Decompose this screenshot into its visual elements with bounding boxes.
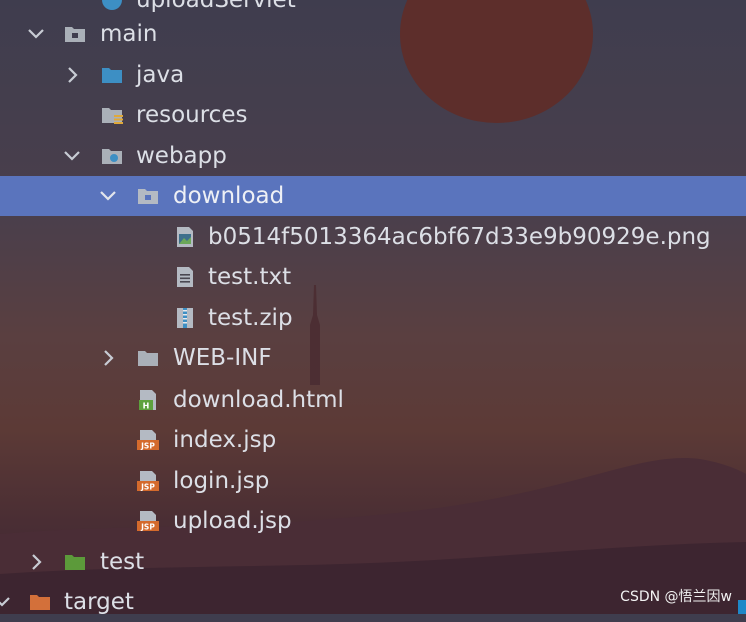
folder-resources-icon [102, 108, 123, 124]
tree-item-label: download [173, 183, 285, 209]
tree-item-label: test [100, 549, 145, 575]
project-tree: uploadServlet main java resources webapp… [0, 0, 746, 615]
folder-icon [138, 351, 158, 366]
svg-text:JSP: JSP [140, 441, 155, 450]
svg-text:JSP: JSP [140, 522, 155, 531]
folder-source-icon [102, 68, 122, 83]
tree-item-test[interactable]: test [0, 542, 746, 582]
tree-item-label: b0514f5013364ac6bf67d33e9b90929e.png [208, 224, 711, 250]
folder-excluded-icon [30, 595, 50, 610]
tree-item-label: login.jsp [173, 468, 270, 494]
archive-file-icon [177, 308, 193, 328]
tree-item-label: download.html [173, 387, 344, 413]
watermark: CSDN @悟兰因w [620, 589, 732, 605]
chevron-down-icon[interactable] [0, 592, 12, 612]
svg-text:JSP: JSP [140, 482, 155, 491]
svg-text:H: H [143, 402, 150, 411]
tree-item-main[interactable]: main [0, 14, 746, 54]
tree-item-label: upload.jsp [173, 508, 292, 534]
tree-item-webapp[interactable]: webapp [0, 136, 746, 176]
tree-item-png-file[interactable]: b0514f5013364ac6bf67d33e9b90929e.png [0, 217, 746, 257]
tree-item-zip-file[interactable]: test.zip [0, 298, 746, 338]
tree-item-java[interactable]: java [0, 55, 746, 95]
tree-item-label: WEB-INF [173, 345, 272, 371]
text-file-icon [177, 267, 193, 287]
folder-module-icon [65, 27, 85, 42]
tree-item-jsp-file[interactable]: JSP index.jsp [0, 420, 746, 460]
chevron-right-icon[interactable] [98, 348, 118, 368]
tree-item-label: java [136, 62, 185, 88]
tree-item-label: target [64, 589, 134, 615]
folder-test-icon [65, 555, 85, 570]
tree-item-label: resources [136, 102, 248, 128]
tree-item-jsp-file[interactable]: JSP login.jsp [0, 461, 746, 501]
tree-item-resources[interactable]: resources [0, 95, 746, 135]
folder-web-icon [102, 149, 122, 164]
tree-item-web-inf[interactable]: WEB-INF [0, 338, 746, 378]
jsp-file-icon: JSP [137, 471, 159, 491]
tree-item-label: test.txt [208, 264, 292, 290]
tree-item-txt-file[interactable]: test.txt [0, 257, 746, 297]
tree-item-label: index.jsp [173, 427, 277, 453]
tree-item-label: test.zip [208, 305, 293, 331]
tree-item-jsp-file[interactable]: JSP upload.jsp [0, 501, 746, 541]
tree-item-html-file[interactable]: H download.html [0, 380, 746, 420]
chevron-right-icon[interactable] [26, 552, 46, 572]
chevron-right-icon[interactable] [62, 65, 82, 85]
chevron-down-icon[interactable] [62, 146, 82, 166]
chevron-down-icon[interactable] [98, 186, 118, 206]
html-file-icon: H [139, 390, 156, 411]
jsp-file-icon: JSP [137, 511, 159, 531]
chevron-down-icon[interactable] [26, 24, 46, 44]
image-file-icon [177, 227, 193, 247]
jsp-file-icon: JSP [137, 430, 159, 450]
class-icon [102, 0, 122, 10]
tree-item-label: webapp [136, 143, 227, 169]
edge-badge [738, 600, 746, 614]
folder-icon [138, 189, 158, 204]
tree-item-label: main [100, 21, 158, 47]
tree-item-download-folder[interactable]: download [0, 176, 746, 216]
